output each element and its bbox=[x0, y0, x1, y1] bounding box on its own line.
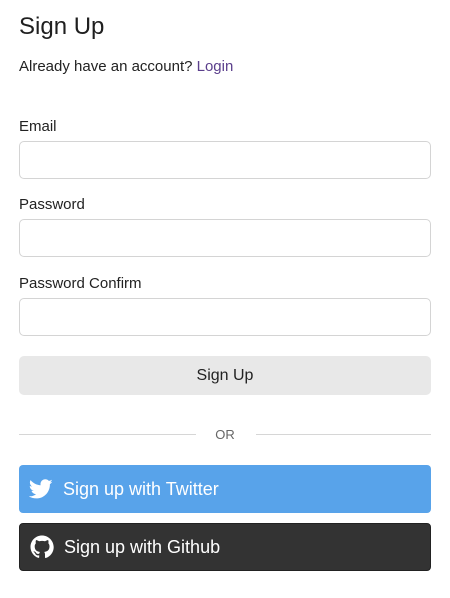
account-prompt-text: Already have an account? bbox=[19, 58, 193, 75]
email-label: Email bbox=[19, 118, 57, 135]
password-field[interactable] bbox=[19, 219, 431, 257]
twitter-signup-label: Sign up with Twitter bbox=[63, 478, 219, 499]
github-octocat-icon bbox=[30, 535, 54, 559]
github-signup-label: Sign up with Github bbox=[64, 536, 221, 557]
email-field[interactable] bbox=[19, 141, 431, 179]
twitter-bird-icon bbox=[29, 477, 53, 501]
login-prompt: Already have an account? Login bbox=[19, 58, 233, 75]
github-signup-button[interactable]: Sign up with Github bbox=[19, 523, 431, 571]
password-confirm-label: Password Confirm bbox=[19, 275, 142, 292]
login-link[interactable]: Login bbox=[197, 58, 234, 75]
password-confirm-field[interactable] bbox=[19, 298, 431, 336]
sign-up-button[interactable]: Sign Up bbox=[19, 356, 431, 395]
twitter-signup-button[interactable]: Sign up with Twitter bbox=[19, 465, 431, 513]
or-divider: OR bbox=[19, 426, 431, 444]
divider-line-right bbox=[256, 434, 431, 435]
page-title: Sign Up bbox=[19, 13, 105, 40]
password-label: Password bbox=[19, 196, 85, 213]
